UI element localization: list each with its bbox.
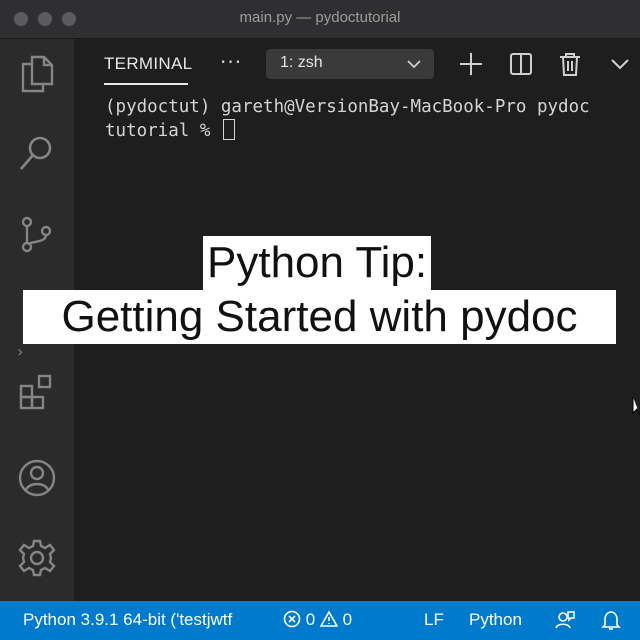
notifications-bell-icon[interactable] — [600, 609, 622, 631]
status-bar: Python 3.9.1 64-bit ('testjwtf 0 0 LF Py… — [0, 601, 640, 640]
caption-line-1: Python Tip: — [203, 236, 432, 290]
caption-line-2: Getting Started with pydoc — [23, 290, 616, 344]
extensions-icon[interactable] — [17, 372, 57, 412]
error-circle-icon — [283, 610, 301, 628]
chevron-down-icon — [407, 60, 421, 69]
new-terminal-plus-icon[interactable] — [458, 51, 484, 77]
more-actions-icon[interactable]: ··· — [220, 50, 242, 74]
window-title: main.py — pydoctutorial — [239, 9, 401, 26]
problems-status[interactable]: 0 0 — [283, 610, 352, 630]
source-control-icon[interactable] — [17, 214, 57, 254]
terminal-prompt-line-1: (pydoctut) gareth@VersionBay-MacBook-Pro… — [105, 97, 590, 117]
terminal-output[interactable]: (pydoctut) gareth@VersionBay-MacBook-Pro… — [105, 96, 625, 143]
feedback-icon[interactable] — [554, 609, 576, 631]
run-debug-icon[interactable]: › — [17, 342, 23, 361]
mouse-pointer-icon — [632, 397, 640, 416]
end-of-line-status[interactable]: LF — [424, 610, 444, 630]
active-tab-indicator — [104, 83, 188, 85]
maximize-panel-chevron-icon[interactable] — [607, 51, 633, 77]
panel-header: TERMINAL ··· 1: zsh — [74, 39, 640, 91]
warning-count: 0 — [342, 610, 353, 629]
search-icon[interactable] — [17, 133, 57, 173]
split-terminal-icon[interactable] — [508, 51, 534, 77]
python-interpreter-status[interactable]: Python 3.9.1 64-bit ('testjwtf — [23, 610, 265, 630]
terminal-cursor — [222, 119, 235, 140]
window-titlebar: main.py — pydoctutorial — [0, 0, 640, 39]
tab-terminal[interactable]: TERMINAL — [104, 54, 192, 74]
error-count: 0 — [305, 610, 316, 629]
terminal-selector-value: 1: zsh — [280, 54, 323, 71]
terminal-selector[interactable]: 1: zsh — [266, 49, 434, 79]
kill-terminal-trash-icon[interactable] — [557, 51, 583, 77]
settings-gear-icon[interactable] — [17, 538, 57, 578]
account-icon[interactable] — [17, 458, 57, 498]
warning-triangle-icon — [319, 610, 338, 627]
explorer-icon[interactable] — [17, 53, 57, 93]
terminal-prompt-line-2: tutorial % — [105, 121, 221, 141]
language-mode-status[interactable]: Python — [469, 610, 522, 630]
